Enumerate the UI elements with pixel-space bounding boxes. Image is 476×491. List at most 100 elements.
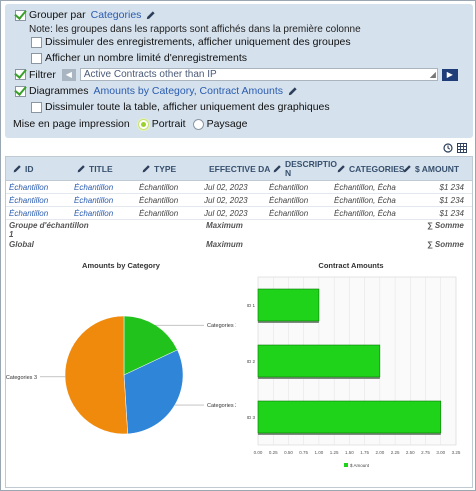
- y-tick-label: ID 1: [247, 303, 256, 308]
- table-cell: Jul 02, 2023: [204, 183, 248, 192]
- x-tick-label: 1.25: [330, 450, 339, 455]
- x-tick-label: 3.25: [452, 450, 461, 455]
- x-tick-label: 0.25: [269, 450, 278, 455]
- column-header-label: ID: [25, 164, 34, 174]
- table-cell: Jul 02, 2023: [204, 196, 248, 205]
- column-header-title[interactable]: TITLE: [76, 157, 113, 181]
- column-header-label: DESCRIPTIO N: [285, 159, 337, 178]
- resize-grip-icon[interactable]: ◢: [430, 69, 436, 80]
- portrait-radio[interactable]: [137, 118, 149, 130]
- hide-table-label: Dissimuler toute la table, afficher uniq…: [45, 101, 330, 113]
- diagrams-row: Diagrammes Amounts by Category, Contract…: [15, 85, 298, 97]
- pie-slice: [64, 315, 128, 435]
- landscape-label: Paysage: [206, 118, 248, 130]
- column-header-type[interactable]: TYPE: [141, 157, 176, 181]
- filter-apply-button[interactable]: ▶: [441, 68, 458, 81]
- table-cell[interactable]: Échantillon: [9, 209, 71, 218]
- table-cell: Échantillon: [269, 196, 309, 205]
- limit-records-checkbox[interactable]: [31, 52, 42, 64]
- table-cell[interactable]: Échantillon: [9, 196, 71, 205]
- table-row[interactable]: Échantillon Échantillon Échantillon Jul 02,…: [6, 207, 472, 220]
- table-cell: Échantillon: [139, 183, 179, 192]
- table-cell: $1 234: [439, 209, 464, 218]
- global-label: Global: [9, 240, 34, 249]
- edit-column-icon[interactable]: [402, 164, 412, 174]
- column-header-categories[interactable]: CATEGORIES: [336, 157, 405, 181]
- print-layout-label: Mise en page impression: [13, 118, 130, 130]
- table-cell[interactable]: Échantillon: [74, 209, 136, 218]
- pie-slice-label: Categories 1: [207, 323, 236, 329]
- bar-chart-title: Contract Amounts: [318, 261, 384, 270]
- table-cell: Échantillon, Échan: [334, 183, 396, 192]
- diagrams-checkbox[interactable]: [15, 85, 26, 97]
- edit-column-icon[interactable]: [336, 164, 346, 174]
- table-cell[interactable]: Échantillon: [9, 183, 71, 192]
- grid-icon[interactable]: [457, 143, 467, 153]
- group-label: Groupe d'échantillon 1: [9, 221, 89, 239]
- column-header-effective-date[interactable]: EFFECTIVE DA: [206, 157, 270, 181]
- column-header-label: TYPE: [154, 164, 177, 174]
- x-tick-label: 0.50: [284, 450, 293, 455]
- group-by-value-link[interactable]: Categories: [91, 9, 142, 21]
- legend-swatch: [344, 463, 348, 467]
- hide-records-row: Dissimuler des enregistrements, afficher…: [31, 36, 351, 48]
- filter-input[interactable]: Active Contracts other than IP ◢: [79, 68, 438, 81]
- group-max-label: Maximum: [206, 221, 243, 230]
- table-cell: Échantillon, Échan: [334, 209, 396, 218]
- edit-diagrams-icon[interactable]: [287, 86, 298, 97]
- edit-column-icon[interactable]: [12, 164, 22, 174]
- bar-chart: 0.00 0.25 0.50 0.75 1.00 1.25 1.50 1.75 2.00 2.25…: [247, 276, 461, 468]
- legend-label: $ Amount: [350, 463, 370, 468]
- clock-icon[interactable]: [443, 143, 453, 153]
- x-tick-label: 2.50: [406, 450, 415, 455]
- edit-column-icon[interactable]: [272, 164, 282, 174]
- report-preview: ID TITLE TYPE EFFECTIVE DA DESCRIPTIO N …: [5, 156, 473, 488]
- column-header-label: CATEGORIES: [349, 164, 405, 174]
- table-cell: $1 234: [439, 196, 464, 205]
- x-tick-label: 1.50: [345, 450, 354, 455]
- limit-records-row: Afficher un nombre limité d'enregistreme…: [31, 52, 247, 64]
- x-tick-label: 1.00: [315, 450, 324, 455]
- filter-checkbox[interactable]: [15, 69, 26, 80]
- hide-table-row: Dissimuler toute la table, afficher uniq…: [31, 101, 330, 113]
- limit-records-label: Afficher un nombre limité d'enregistreme…: [45, 52, 247, 64]
- print-layout-row: Mise en page impression Portrait Paysage: [13, 118, 247, 130]
- edit-column-icon[interactable]: [141, 164, 151, 174]
- report-options-panel: Grouper par Categories Note: les groupes…: [5, 4, 473, 138]
- x-tick-label: 3.00: [436, 450, 445, 455]
- bar: [257, 288, 320, 322]
- group-by-label: Grouper par: [29, 9, 86, 21]
- hide-table-checkbox[interactable]: [31, 101, 42, 113]
- column-header-label: EFFECTIVE DA: [209, 164, 270, 174]
- x-tick-label: 2.00: [375, 450, 384, 455]
- column-header-id[interactable]: ID: [12, 157, 34, 181]
- table-cell[interactable]: Échantillon: [74, 183, 136, 192]
- diagrams-value-link[interactable]: Amounts by Category, Contract Amounts: [94, 85, 283, 97]
- edit-column-icon[interactable]: [76, 164, 86, 174]
- table-header: ID TITLE TYPE EFFECTIVE DA DESCRIPTIO N …: [6, 157, 472, 181]
- column-header-label: TITLE: [89, 164, 113, 174]
- edit-group-by-icon[interactable]: [145, 10, 156, 21]
- table-cell[interactable]: Échantillon: [74, 196, 136, 205]
- table-row[interactable]: Échantillon Échantillon Échantillon Jul 02,…: [6, 194, 472, 207]
- column-header-amount[interactable]: $ AMOUNT: [402, 157, 459, 181]
- table-cell: Échantillon: [139, 209, 179, 218]
- landscape-radio[interactable]: [192, 118, 204, 130]
- table-cell: Échantillon: [139, 196, 179, 205]
- filter-previous-button[interactable]: ◀: [61, 68, 76, 81]
- global-max-label: Maximum: [206, 240, 243, 249]
- group-note: Note: les groupes dans les rapports sont…: [29, 24, 361, 35]
- global-sum-label: ∑ Somme: [427, 240, 464, 249]
- group-by-checkbox[interactable]: [15, 9, 26, 21]
- table-cell: Échantillon: [269, 209, 309, 218]
- table-cell: $1 234: [439, 183, 464, 192]
- x-tick-label: 2.25: [391, 450, 400, 455]
- column-header-description[interactable]: DESCRIPTIO N: [272, 157, 337, 181]
- filter-value: Active Contracts other than IP: [83, 69, 217, 80]
- table-row[interactable]: Échantillon Échantillon Échantillon Jul 02,…: [6, 181, 472, 194]
- x-tick-label: 0.00: [254, 450, 263, 455]
- y-tick-label: ID 3: [247, 415, 256, 420]
- hide-records-checkbox[interactable]: [31, 36, 42, 48]
- hide-records-label: Dissimuler des enregistrements, afficher…: [45, 36, 351, 48]
- group-by-row: Grouper par Categories: [15, 9, 156, 21]
